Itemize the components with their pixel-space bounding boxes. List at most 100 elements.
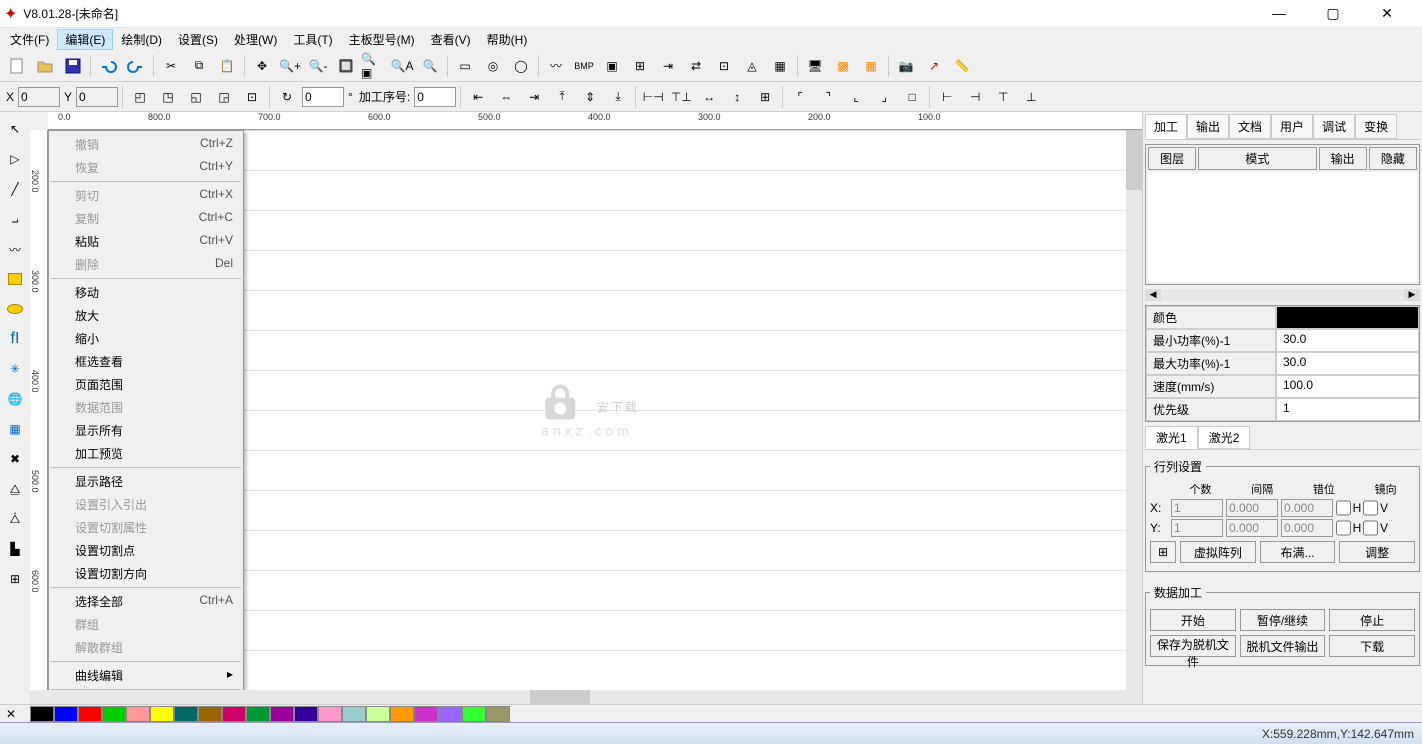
scrollbar-vertical[interactable] [1126,130,1142,690]
color-swatch[interactable] [486,706,510,722]
prop-value[interactable]: 30.0 [1276,352,1419,375]
output-offline-button[interactable]: 脱机文件输出 [1240,635,1326,657]
edge-left-icon[interactable]: ⊢ [934,84,960,110]
align-top-icon[interactable]: ⤒ [549,84,575,110]
monitor-icon[interactable]: 🖥 [802,53,828,79]
dist-v-icon[interactable]: ⊤⊥ [668,84,694,110]
adjust-button[interactable]: 调整 [1339,541,1415,563]
array-y-h-check[interactable] [1336,519,1351,537]
open-file-icon[interactable] [32,53,58,79]
color-swatch[interactable] [78,706,102,722]
color-swatch[interactable] [462,706,486,722]
prop-value[interactable] [1276,306,1419,329]
color-swatch[interactable] [54,706,78,722]
menu-tools[interactable]: 工具(T) [285,29,340,50]
erase-tool-icon[interactable]: ✖ [2,446,28,472]
anchor-bl-icon[interactable]: ◱ [183,84,209,110]
edit-menu-item[interactable]: 设置切割点 [51,539,241,562]
anchor-center-icon[interactable]: ⊡ [239,84,265,110]
zoom-select-icon[interactable]: 🔲 [333,53,359,79]
align-left-icon[interactable]: ⇤ [465,84,491,110]
array-y-v-check[interactable] [1363,519,1378,537]
ellipse-tool-icon[interactable] [2,296,28,322]
same-width-icon[interactable]: ↔ [696,84,722,110]
edit-menu-item[interactable]: 加工预览 [51,442,241,465]
anchor-br-icon[interactable]: ◲ [211,84,237,110]
tab-work[interactable]: 加工 [1145,114,1187,139]
prop-value[interactable]: 30.0 [1276,329,1419,352]
optimize-icon[interactable]: ⊡ [711,53,737,79]
tab-debug[interactable]: 调试 [1313,114,1355,139]
bmp-icon[interactable]: BMP [571,53,597,79]
curve-icon[interactable]: 〰 [543,53,569,79]
show-path-icon[interactable]: ◎ [480,53,506,79]
copy-icon[interactable]: ⧉ [186,53,212,79]
paste-icon[interactable]: 📋 [214,53,240,79]
prop-value[interactable]: 100.0 [1276,375,1419,398]
edit-menu-item[interactable]: 缩小 [51,327,241,350]
menu-file[interactable]: 文件(F) [2,29,57,50]
array-y-count[interactable] [1171,519,1223,537]
array-icon[interactable]: ▦ [767,53,793,79]
prop-value[interactable]: 1 [1276,398,1419,421]
grid-tool-icon[interactable]: ▦ [2,416,28,442]
menu-settings[interactable]: 设置(S) [170,29,226,50]
node-edit-tool-icon[interactable]: ▷ [2,146,28,172]
ruler-icon[interactable]: 📏 [949,53,975,79]
corner-tl-icon[interactable]: ⌜ [787,84,813,110]
tab-user[interactable]: 用户 [1271,114,1313,139]
bevel-icon[interactable]: ◬ [739,53,765,79]
dist-h-icon[interactable]: ⊢⊣ [640,84,666,110]
new-file-icon[interactable] [4,53,30,79]
stop-button[interactable]: 停止 [1329,609,1415,631]
menu-board[interactable]: 主板型号(M) [341,29,423,50]
mirror-v-icon[interactable]: ⧊ [2,506,28,532]
edit-menu-item[interactable]: 放大 [51,304,241,327]
color-swatch[interactable] [102,706,126,722]
cut-icon[interactable]: ✂ [158,53,184,79]
close-button[interactable]: ✕ [1372,5,1402,22]
edit-menu-item[interactable]: 页面范围 [51,373,241,396]
edit-menu-item[interactable]: 框选查看 [51,350,241,373]
color-swatch[interactable] [126,706,150,722]
camera-icon[interactable]: 📷 [893,53,919,79]
offset-icon[interactable]: ▣ [599,53,625,79]
color-swatch[interactable] [198,706,222,722]
save-file-icon[interactable] [60,53,86,79]
array-tool-icon[interactable]: ⊞ [2,566,28,592]
fill-button[interactable]: 布满... [1260,541,1336,563]
corner-bl-icon[interactable]: ⌞ [843,84,869,110]
menu-view[interactable]: 查看(V) [423,29,479,50]
array-x-v-check[interactable] [1363,499,1378,517]
menu-draw[interactable]: 绘制(D) [113,29,170,50]
color-swatch[interactable] [150,706,174,722]
virtual-array-button[interactable]: 虚拟阵列 [1180,541,1256,563]
array-y-gap[interactable] [1226,519,1278,537]
layer-tool-icon[interactable]: ▙ [2,536,28,562]
color-swatch[interactable] [366,706,390,722]
palette-close-icon[interactable]: ✕ [0,707,22,721]
rotate-value-input[interactable] [302,87,344,107]
select-tool-icon[interactable]: ↖ [2,116,28,142]
direction-icon[interactable]: ⇄ [683,53,709,79]
edit-menu-item[interactable]: 设置切割方向 [51,562,241,585]
pan-icon[interactable]: ✥ [249,53,275,79]
corner-all-icon[interactable]: □ [899,84,925,110]
zoom-out-icon[interactable]: 🔍- [305,53,331,79]
corner-tr-icon[interactable]: ⌝ [815,84,841,110]
start-button[interactable]: 开始 [1150,609,1236,631]
menu-edit[interactable]: 编辑(E) [57,29,113,50]
color-swatch[interactable] [342,706,366,722]
color-swatch[interactable] [438,706,462,722]
menu-help[interactable]: 帮助(H) [479,29,536,50]
tab-laser2[interactable]: 激光2 [1198,426,1251,449]
zoom-data-icon[interactable]: 🔍A [389,53,415,79]
align-hcenter-icon[interactable]: ⇔ [493,84,519,110]
laser-pointer-icon[interactable]: ↗ [921,53,947,79]
lead-icon[interactable]: ⇥ [655,53,681,79]
save-offline-button[interactable]: 保存为脱机文件 [1150,635,1236,657]
anchor-tr-icon[interactable]: ◳ [155,84,181,110]
tab-transform[interactable]: 变换 [1355,114,1397,139]
show-page-icon[interactable]: ▭ [452,53,478,79]
text-tool-icon[interactable]: fI [2,326,28,352]
